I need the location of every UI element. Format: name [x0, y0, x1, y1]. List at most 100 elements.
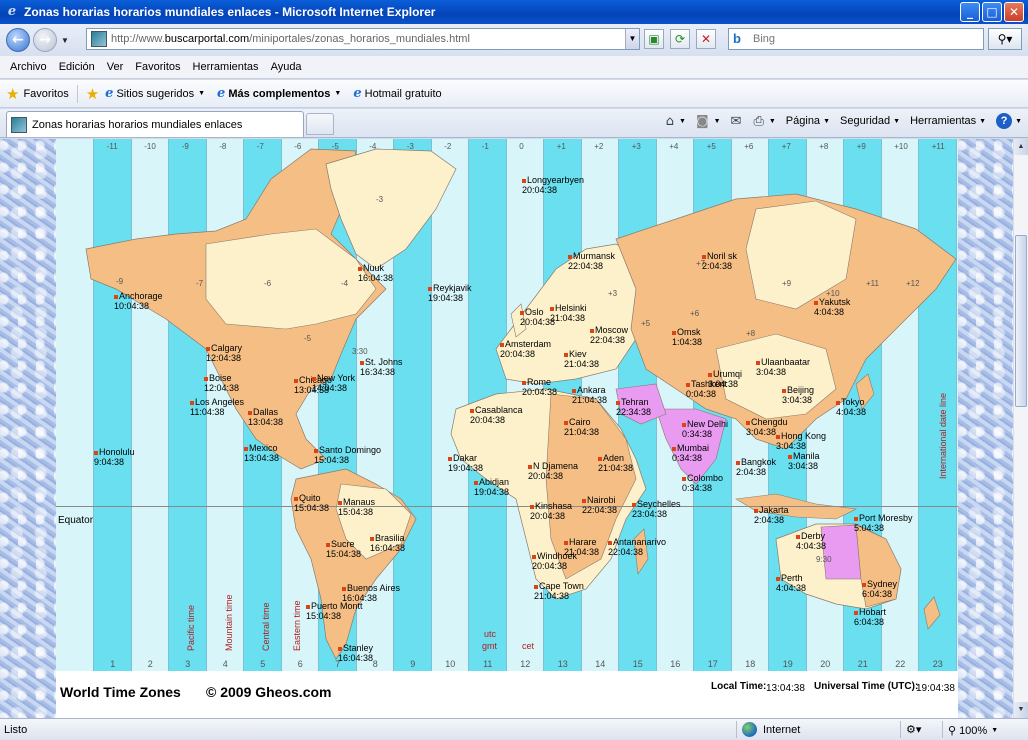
city-dot-icon [686, 382, 690, 387]
utc-time-value: 19:04:38 [916, 683, 955, 694]
add-favorite-icon[interactable]: ★ [86, 85, 99, 103]
rss-icon: ◙ [695, 113, 709, 129]
feeds-button[interactable]: ◙ ▼ [696, 114, 721, 129]
equator-label: Equator [58, 515, 94, 526]
menu-ver[interactable]: Ver [101, 61, 130, 73]
address-dropdown-icon[interactable]: ▼ [625, 29, 639, 49]
city-time: 21:04:38 [534, 591, 570, 601]
close-button[interactable]: ✕ [1004, 2, 1024, 22]
utc-offset-label: -8 [219, 142, 227, 151]
home-button[interactable]: ⌂ ▼ [666, 114, 686, 129]
favorites-button[interactable]: ★ Favoritos [6, 85, 69, 103]
refresh-icon[interactable]: ⟳ [670, 29, 690, 49]
city-name: Ankara [577, 385, 606, 395]
city-marker: Casablanca 20:04:38 [470, 405, 523, 425]
menu-archivo[interactable]: Archivo [4, 61, 53, 73]
scroll-up-icon[interactable]: ▲ [1014, 139, 1028, 155]
city-name: Derby [801, 531, 826, 541]
city-dot-icon [754, 508, 758, 513]
city-time: 21:04:38 [550, 313, 586, 323]
city-name: Tokyo [841, 397, 865, 407]
city-dot-icon [598, 456, 602, 461]
zone-number-label: 22 [895, 659, 906, 669]
city-name: Los Angeles [195, 397, 245, 407]
city-dot-icon [564, 352, 568, 357]
city-name: Ulaanbaatar [761, 357, 811, 367]
maximize-button[interactable]: □ [982, 2, 1002, 22]
chevron-down-icon: ▼ [991, 727, 999, 734]
city-time: 10:04:38 [114, 301, 150, 311]
vertical-scrollbar[interactable]: ▲ ▼ [1013, 139, 1028, 718]
city-marker: Anchorage 10:04:38 [114, 291, 163, 311]
ie-icon: e [353, 86, 362, 101]
city-name: Calgary [211, 343, 243, 353]
city-name: Colombo [687, 473, 724, 483]
help-button[interactable]: ? ▼ [996, 113, 1022, 129]
menu-herramientas[interactable]: Herramientas [187, 61, 265, 73]
search-go-button[interactable]: ⚲▾ [988, 28, 1022, 50]
region-offset: +8 [746, 329, 756, 338]
utc-offset-label: +6 [744, 142, 754, 151]
utc-offset-label: 0 [519, 142, 524, 151]
window-title: Zonas horarias horarios mundiales enlace… [24, 5, 436, 19]
forward-button[interactable]: → [33, 28, 57, 52]
stop-icon[interactable]: ✕ [696, 29, 716, 49]
address-bar[interactable]: http://www.buscarportal.com/miniportales… [86, 28, 640, 50]
scroll-thumb[interactable] [1015, 235, 1027, 407]
security-zone[interactable]: Internet [742, 722, 800, 737]
search-box[interactable]: b [728, 28, 984, 50]
city-name: Casablanca [475, 405, 523, 415]
city-name: Buenos Aires [347, 583, 401, 593]
page-menu[interactable]: Página ▼ [786, 115, 830, 127]
city-marker: Amsterdam 20:04:38 [500, 339, 551, 359]
city-name: N Djamena [533, 461, 579, 471]
zoom-level[interactable]: ⚲ 100% ▼ [948, 724, 998, 737]
suggested-sites-button[interactable]: e Sitios sugeridos ▼ [105, 86, 205, 101]
menu-favoritos[interactable]: Favoritos [129, 61, 186, 73]
city-marker: Ulaanbaatar 3:04:38 [756, 357, 810, 377]
city-dot-icon [528, 464, 532, 469]
menu-edicion[interactable]: Edición [53, 61, 101, 73]
print-button[interactable]: ⎙ ▼ [753, 114, 775, 129]
mail-button[interactable]: ✉ [731, 114, 744, 129]
city-time: 19:04:38 [474, 487, 510, 497]
site-favicon-icon [91, 31, 107, 47]
city-time: 20:04:38 [470, 415, 506, 425]
city-time: 11:04:38 [190, 407, 225, 417]
new-tab-button[interactable] [306, 113, 334, 135]
city-dot-icon [672, 446, 676, 451]
scroll-down-icon[interactable]: ▼ [1014, 702, 1028, 718]
compatibility-view-icon[interactable]: ▣ [644, 29, 664, 49]
city-dot-icon [590, 328, 594, 333]
city-marker: Dakar 19:04:38 [448, 453, 483, 473]
city-time: 16:34:38 [360, 367, 396, 377]
city-time: 19:04:38 [428, 293, 464, 303]
city-name: Kiev [569, 349, 587, 359]
region-offset: -7 [196, 279, 204, 288]
protected-mode-icon[interactable]: ⚙▾ [906, 723, 921, 736]
tools-menu[interactable]: Herramientas ▼ [910, 115, 986, 127]
address-url[interactable]: http://www.buscarportal.com/miniportales… [111, 33, 470, 45]
security-menu[interactable]: Seguridad ▼ [840, 115, 900, 127]
city-time: 23:04:38 [632, 509, 668, 519]
hotmail-link[interactable]: e Hotmail gratuito [353, 86, 441, 101]
mail-icon: ✉ [730, 113, 742, 129]
city-dot-icon [682, 476, 686, 481]
city-marker: St. Johns 16:34:38 [360, 357, 403, 377]
city-marker: Cairo 21:04:38 [564, 417, 599, 437]
more-addons-button[interactable]: e Más complementos ▼ [217, 86, 341, 101]
menu-ayuda[interactable]: Ayuda [265, 61, 308, 73]
city-time: 3:04:38 [782, 395, 813, 405]
back-button[interactable]: ← [6, 28, 30, 52]
search-input[interactable] [753, 33, 953, 45]
status-separator [900, 721, 901, 738]
utc-offset-label: -11 [106, 142, 118, 151]
city-marker: Brasilia 16:04:38 [370, 533, 405, 553]
city-time: 16:04:38 [358, 273, 394, 283]
minimize-button[interactable]: _ [960, 2, 980, 22]
city-time: 4:04:38 [836, 407, 867, 417]
zone-number-label: 11 [483, 659, 493, 669]
tab-world-time-zones[interactable]: Zonas horarias horarios mundiales enlace… [6, 111, 304, 137]
recent-pages-dropdown-icon[interactable]: ▼ [61, 36, 69, 45]
utc-offset-label: -6 [294, 142, 302, 151]
